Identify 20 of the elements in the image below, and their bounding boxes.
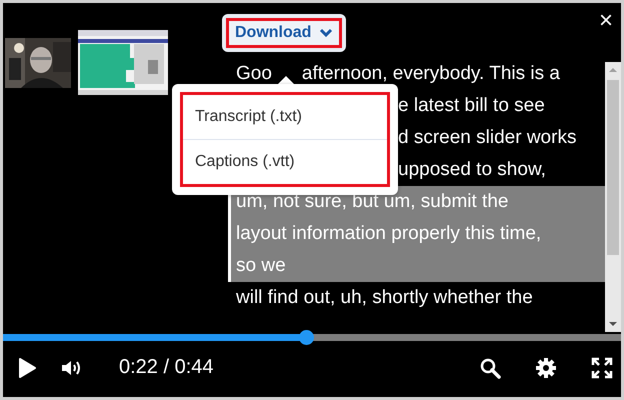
settings-icon[interactable] (535, 356, 557, 378)
search-icon[interactable] (479, 356, 501, 378)
transcript-line: will find out, uh, shortly whether the (236, 287, 533, 308)
progress-handle[interactable] (298, 330, 314, 345)
transcript-line: um, not sure, but um, submit the (236, 191, 508, 212)
transcript-line: afternoon, everybody. This is a (302, 63, 560, 84)
close-button[interactable]: × (598, 7, 613, 35)
transcript-line: Goo (236, 63, 272, 84)
scrollbar[interactable] (605, 62, 621, 332)
volume-icon[interactable] (61, 358, 83, 376)
transcript-line: layout information properly this time, (236, 223, 542, 244)
menu-item[interactable]: Captions (.vtt) (183, 139, 387, 184)
fullscreen-icon[interactable] (591, 356, 613, 378)
transcript-line: so we (236, 255, 286, 276)
download-button[interactable]: Download (226, 18, 342, 48)
time-display: 0:22 / 0:44 (119, 356, 214, 379)
chevron-down-icon (319, 28, 334, 38)
transcript-cue[interactable]: will find out, uh, shortly whether the (228, 282, 605, 314)
menu-item[interactable]: Transcript (.txt) (183, 95, 387, 139)
play-icon[interactable] (17, 356, 37, 378)
